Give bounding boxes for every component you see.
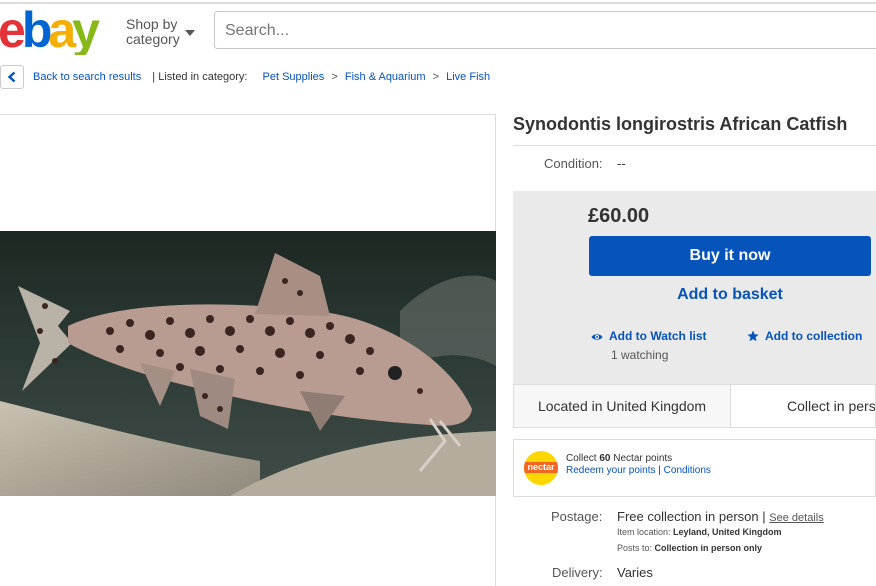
nectar-box: nectar Collect 60 Nectar points Redeem y… <box>513 439 876 497</box>
top-border <box>0 2 876 4</box>
nectar-links: Redeem your points | Conditions <box>566 465 711 476</box>
nectar-logo-text: nectar <box>524 462 558 473</box>
collection-label: Add to collection <box>765 329 863 343</box>
ebay-logo[interactable]: ebay <box>0 3 113 55</box>
postage-value: Free collection in person | See details <box>617 509 824 524</box>
delivery-label: Delivery: <box>552 565 603 580</box>
nectar-collect-prefix: Collect <box>566 453 597 464</box>
item-location: Item location: Leyland, United Kingdom <box>617 527 782 537</box>
see-details-link[interactable]: See details <box>769 512 823 524</box>
buy-it-now-button[interactable]: Buy it now <box>589 236 871 276</box>
item-location-value: Leyland, United Kingdom <box>673 527 782 537</box>
star-icon <box>747 330 759 342</box>
search-input[interactable]: Search... <box>214 11 876 49</box>
shop-by-line1: Shop by <box>126 16 178 32</box>
crumb-separator: > <box>331 71 338 83</box>
redeem-points-link[interactable]: Redeem your points <box>566 465 656 476</box>
back-to-search-link[interactable]: Back to search results <box>33 71 141 83</box>
product-photo[interactable] <box>0 231 496 496</box>
posts-to: Posts to: Collection in person only <box>617 543 762 553</box>
posts-to-value: Collection in person only <box>654 543 763 553</box>
crumb-separator: > <box>432 71 440 83</box>
crumb-fish-aquarium[interactable]: Fish & Aquarium <box>345 71 426 83</box>
delivery-value: Varies <box>617 565 653 580</box>
crumb-pet-supplies[interactable]: Pet Supplies <box>263 71 325 83</box>
divider <box>513 145 876 146</box>
postage-value-text: Free collection in person <box>617 509 759 524</box>
add-to-basket-button[interactable]: Add to basket <box>589 286 871 304</box>
nectar-points: 60 <box>599 453 611 464</box>
shipping-options: Located in United Kingdom Collect in per… <box>513 384 876 428</box>
add-to-collection-link[interactable]: Add to collection <box>747 329 862 343</box>
nectar-collect-suffix: Nectar points <box>613 453 673 464</box>
listed-in-label: | Listed in category: <box>152 71 248 83</box>
posts-to-label: Posts to: <box>617 543 653 553</box>
listing-title: Synodontis longirostris African Catfish <box>513 114 848 134</box>
caret-down-icon[interactable] <box>185 30 195 36</box>
chevron-left-icon <box>7 71 16 83</box>
watch-list-label: Add to Watch list <box>609 329 707 343</box>
crumb-live-fish[interactable]: Live Fish <box>446 71 490 83</box>
postage-divider: | <box>762 509 766 524</box>
search-placeholder: Search... <box>225 22 290 39</box>
nectar-collect-text: Collect 60 Nectar points <box>566 453 672 464</box>
eye-icon <box>591 334 603 340</box>
add-to-watch-list-link[interactable]: Add to Watch list <box>591 329 707 343</box>
price: £60.00 <box>588 205 650 227</box>
nectar-logo: nectar <box>524 451 558 485</box>
item-location-label: Item location: <box>617 527 671 537</box>
condition-label: Condition: <box>544 156 603 171</box>
condition-value: -- <box>617 156 626 171</box>
back-button[interactable] <box>0 65 24 89</box>
collect-in-person-tab[interactable]: Collect in person <box>787 385 875 427</box>
postage-label: Postage: <box>551 509 603 524</box>
breadcrumb: Back to search results | Listed in categ… <box>33 71 490 83</box>
shop-by-line2: category <box>126 31 180 47</box>
svg-text:ebay: ebay <box>0 3 100 55</box>
shop-by-category[interactable]: Shop by category <box>126 17 180 47</box>
conditions-link[interactable]: Conditions <box>664 465 711 476</box>
nectar-divider: | <box>658 465 661 476</box>
located-in-tab[interactable]: Located in United Kingdom <box>514 385 731 427</box>
watching-count: 1 watching <box>611 348 669 362</box>
